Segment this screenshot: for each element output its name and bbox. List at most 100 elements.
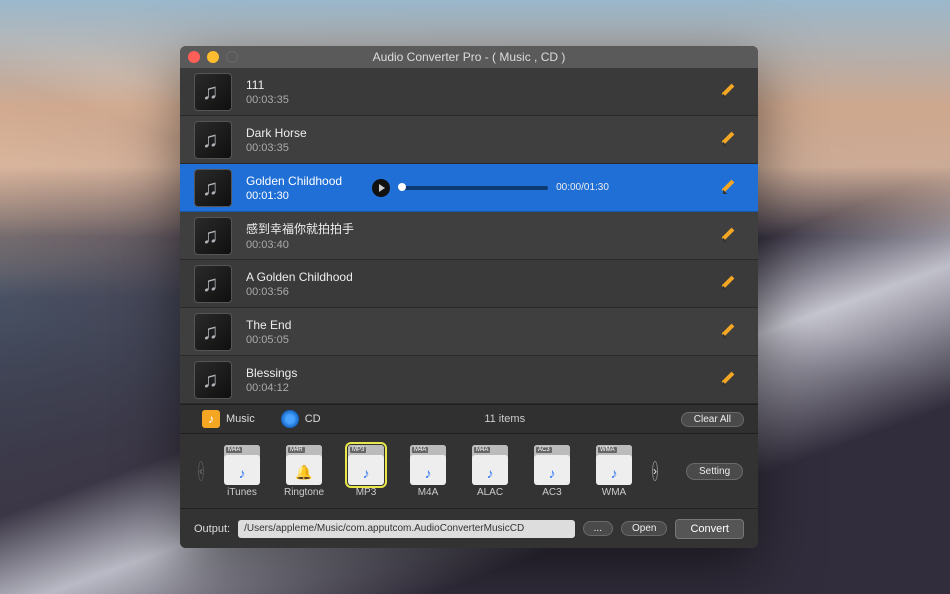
format-file-icon: MP3 ♪ [348, 445, 384, 485]
format-label: M4A [418, 487, 439, 498]
edit-button[interactable] [720, 227, 738, 245]
track-name: A Golden Childhood [246, 270, 353, 284]
format-glyph-icon: ♪ [611, 465, 618, 481]
format-label: Ringtone [284, 487, 324, 498]
format-glyph-icon: ♪ [549, 465, 556, 481]
format-option-itunes[interactable]: M4A ♪ iTunes [218, 445, 266, 498]
edit-button[interactable] [720, 275, 738, 293]
music-icon: ♪ [202, 410, 220, 428]
play-button[interactable] [372, 179, 390, 197]
format-label: ALAC [477, 487, 503, 498]
music-note-icon [202, 129, 224, 151]
format-glyph-icon: ♪ [239, 465, 246, 481]
music-note-icon [202, 273, 224, 295]
format-file-icon: WMA ♪ [596, 445, 632, 485]
setting-button[interactable]: Setting [686, 463, 743, 480]
format-next-button[interactable]: › [652, 461, 658, 481]
track-name: 感到幸福你就拍拍手 [246, 220, 354, 237]
convert-button[interactable]: Convert [675, 519, 744, 539]
app-window: Audio Converter Pro - ( Music , CD ) 111… [180, 46, 758, 548]
format-option-alac[interactable]: M4A ♪ ALAC [466, 445, 514, 498]
track-thumbnail [194, 121, 232, 159]
format-option-wma[interactable]: WMA ♪ WMA [590, 445, 638, 498]
cd-icon [281, 410, 299, 428]
format-badge: M4A [474, 447, 490, 453]
edit-button[interactable] [720, 131, 738, 149]
format-label: iTunes [227, 487, 257, 498]
format-option-ac3[interactable]: AC3 ♪ AC3 [528, 445, 576, 498]
output-label: Output: [194, 523, 230, 535]
track-thumbnail [194, 265, 232, 303]
edit-button[interactable] [720, 371, 738, 389]
clear-all-button[interactable]: Clear All [681, 412, 744, 427]
format-file-icon: AC3 ♪ [534, 445, 570, 485]
track-name: The End [246, 318, 291, 332]
music-note-icon [202, 321, 224, 343]
track-name: Dark Horse [246, 126, 307, 140]
format-picker: ‹ M4A ♪ iTunes M4R 🔔 Ringtone MP3 ♪ MP3 … [180, 434, 758, 508]
maximize-button[interactable] [226, 51, 238, 63]
format-label: WMA [602, 487, 626, 498]
format-file-icon: M4A ♪ [410, 445, 446, 485]
music-note-icon [202, 81, 224, 103]
format-option-mp3[interactable]: MP3 ♪ MP3 [342, 445, 390, 498]
track-thumbnail [194, 217, 232, 255]
format-badge: MP3 [350, 447, 366, 453]
format-file-icon: M4A ♪ [472, 445, 508, 485]
track-thumbnail [194, 361, 232, 399]
browse-button[interactable]: ... [583, 521, 613, 536]
output-path-field[interactable] [238, 520, 575, 538]
format-file-icon: M4R 🔔 [286, 445, 322, 485]
format-badge: WMA [598, 447, 617, 453]
edit-button[interactable] [720, 323, 738, 341]
track-duration: 00:03:40 [246, 239, 354, 251]
track-duration: 00:03:56 [246, 286, 353, 298]
format-prev-button[interactable]: ‹ [198, 461, 204, 481]
track-row[interactable]: Dark Horse 00:03:35 [180, 116, 758, 164]
track-row[interactable]: 感到幸福你就拍拍手 00:03:40 [180, 212, 758, 260]
tab-music-label: Music [226, 413, 255, 425]
music-note-icon [202, 177, 224, 199]
item-count: 11 items [484, 413, 525, 425]
titlebar: Audio Converter Pro - ( Music , CD ) [180, 46, 758, 68]
tab-cd[interactable]: CD [273, 408, 329, 430]
track-thumbnail [194, 169, 232, 207]
track-row[interactable]: The End 00:05:05 [180, 308, 758, 356]
track-row[interactable]: Blessings 00:04:12 [180, 356, 758, 404]
format-badge: M4R [288, 447, 305, 453]
output-bar: Output: ... Open Convert [180, 508, 758, 548]
track-name: Golden Childhood [246, 174, 342, 188]
format-badge: AC3 [536, 447, 552, 453]
format-label: MP3 [356, 487, 377, 498]
track-duration: 00:03:35 [246, 142, 307, 154]
window-title: Audio Converter Pro - ( Music , CD ) [180, 50, 758, 64]
track-duration: 00:05:05 [246, 334, 291, 346]
tab-music[interactable]: ♪ Music [194, 408, 263, 430]
format-file-icon: M4A ♪ [224, 445, 260, 485]
track-duration: 00:01:30 [246, 190, 342, 202]
format-label: AC3 [542, 487, 561, 498]
track-duration: 00:03:35 [246, 94, 289, 106]
open-button[interactable]: Open [621, 521, 667, 536]
edit-button[interactable] [720, 83, 738, 101]
format-glyph-icon: ♪ [425, 465, 432, 481]
source-tabbar: ♪ Music CD 11 items Clear All [180, 404, 758, 434]
minimize-button[interactable] [207, 51, 219, 63]
format-glyph-icon: ♪ [363, 465, 370, 481]
seek-bar[interactable] [398, 186, 548, 190]
track-name: Blessings [246, 366, 297, 380]
format-option-m4a[interactable]: M4A ♪ M4A [404, 445, 452, 498]
track-row[interactable]: Golden Childhood 00:01:30 00:00/01:30 [180, 164, 758, 212]
close-button[interactable] [188, 51, 200, 63]
format-badge: M4A [412, 447, 428, 453]
track-duration: 00:04:12 [246, 382, 297, 394]
tab-cd-label: CD [305, 413, 321, 425]
format-option-ringtone[interactable]: M4R 🔔 Ringtone [280, 445, 328, 498]
track-row[interactable]: 111 00:03:35 [180, 68, 758, 116]
edit-button[interactable] [720, 179, 738, 197]
track-row[interactable]: A Golden Childhood 00:03:56 [180, 260, 758, 308]
track-thumbnail [194, 73, 232, 111]
format-badge: M4A [226, 447, 242, 453]
seek-time: 00:00/01:30 [556, 182, 609, 193]
music-note-icon [202, 225, 224, 247]
